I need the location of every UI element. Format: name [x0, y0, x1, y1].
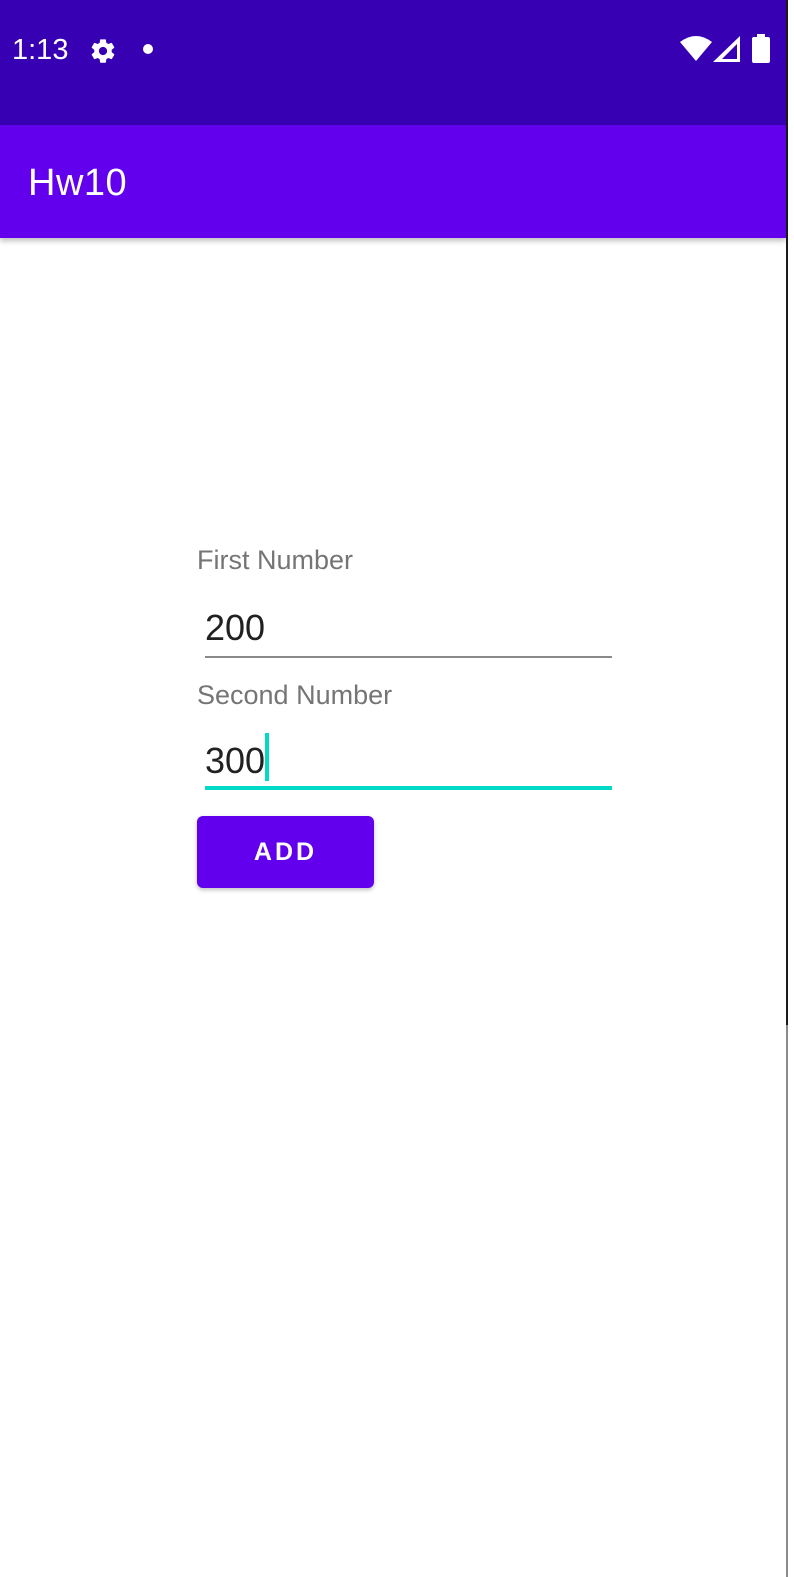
second-number-underline-focused [205, 786, 612, 790]
second-number-label: Second Number [197, 680, 393, 710]
first-number-input[interactable] [205, 602, 612, 654]
app-title: Hw10 [28, 162, 128, 204]
window-edge [786, 0, 794, 1577]
first-number-underline [205, 656, 612, 658]
status-bar: 1:13 [0, 0, 786, 125]
status-time: 1:13 [12, 34, 69, 66]
window-edge-line-bottom [786, 1025, 788, 1577]
wifi-icon [680, 36, 712, 61]
first-number-label: First Number [197, 545, 354, 575]
window-edge-line-top [786, 0, 788, 1025]
battery-icon [752, 34, 770, 63]
signal-icon [713, 36, 740, 62]
text-cursor [265, 733, 269, 781]
gear-icon [91, 39, 115, 63]
notification-dot-icon [143, 44, 153, 54]
app-screen: 1:13 Hw10 First Number Second Number ADD [0, 0, 786, 1577]
add-button[interactable]: ADD [197, 816, 374, 888]
